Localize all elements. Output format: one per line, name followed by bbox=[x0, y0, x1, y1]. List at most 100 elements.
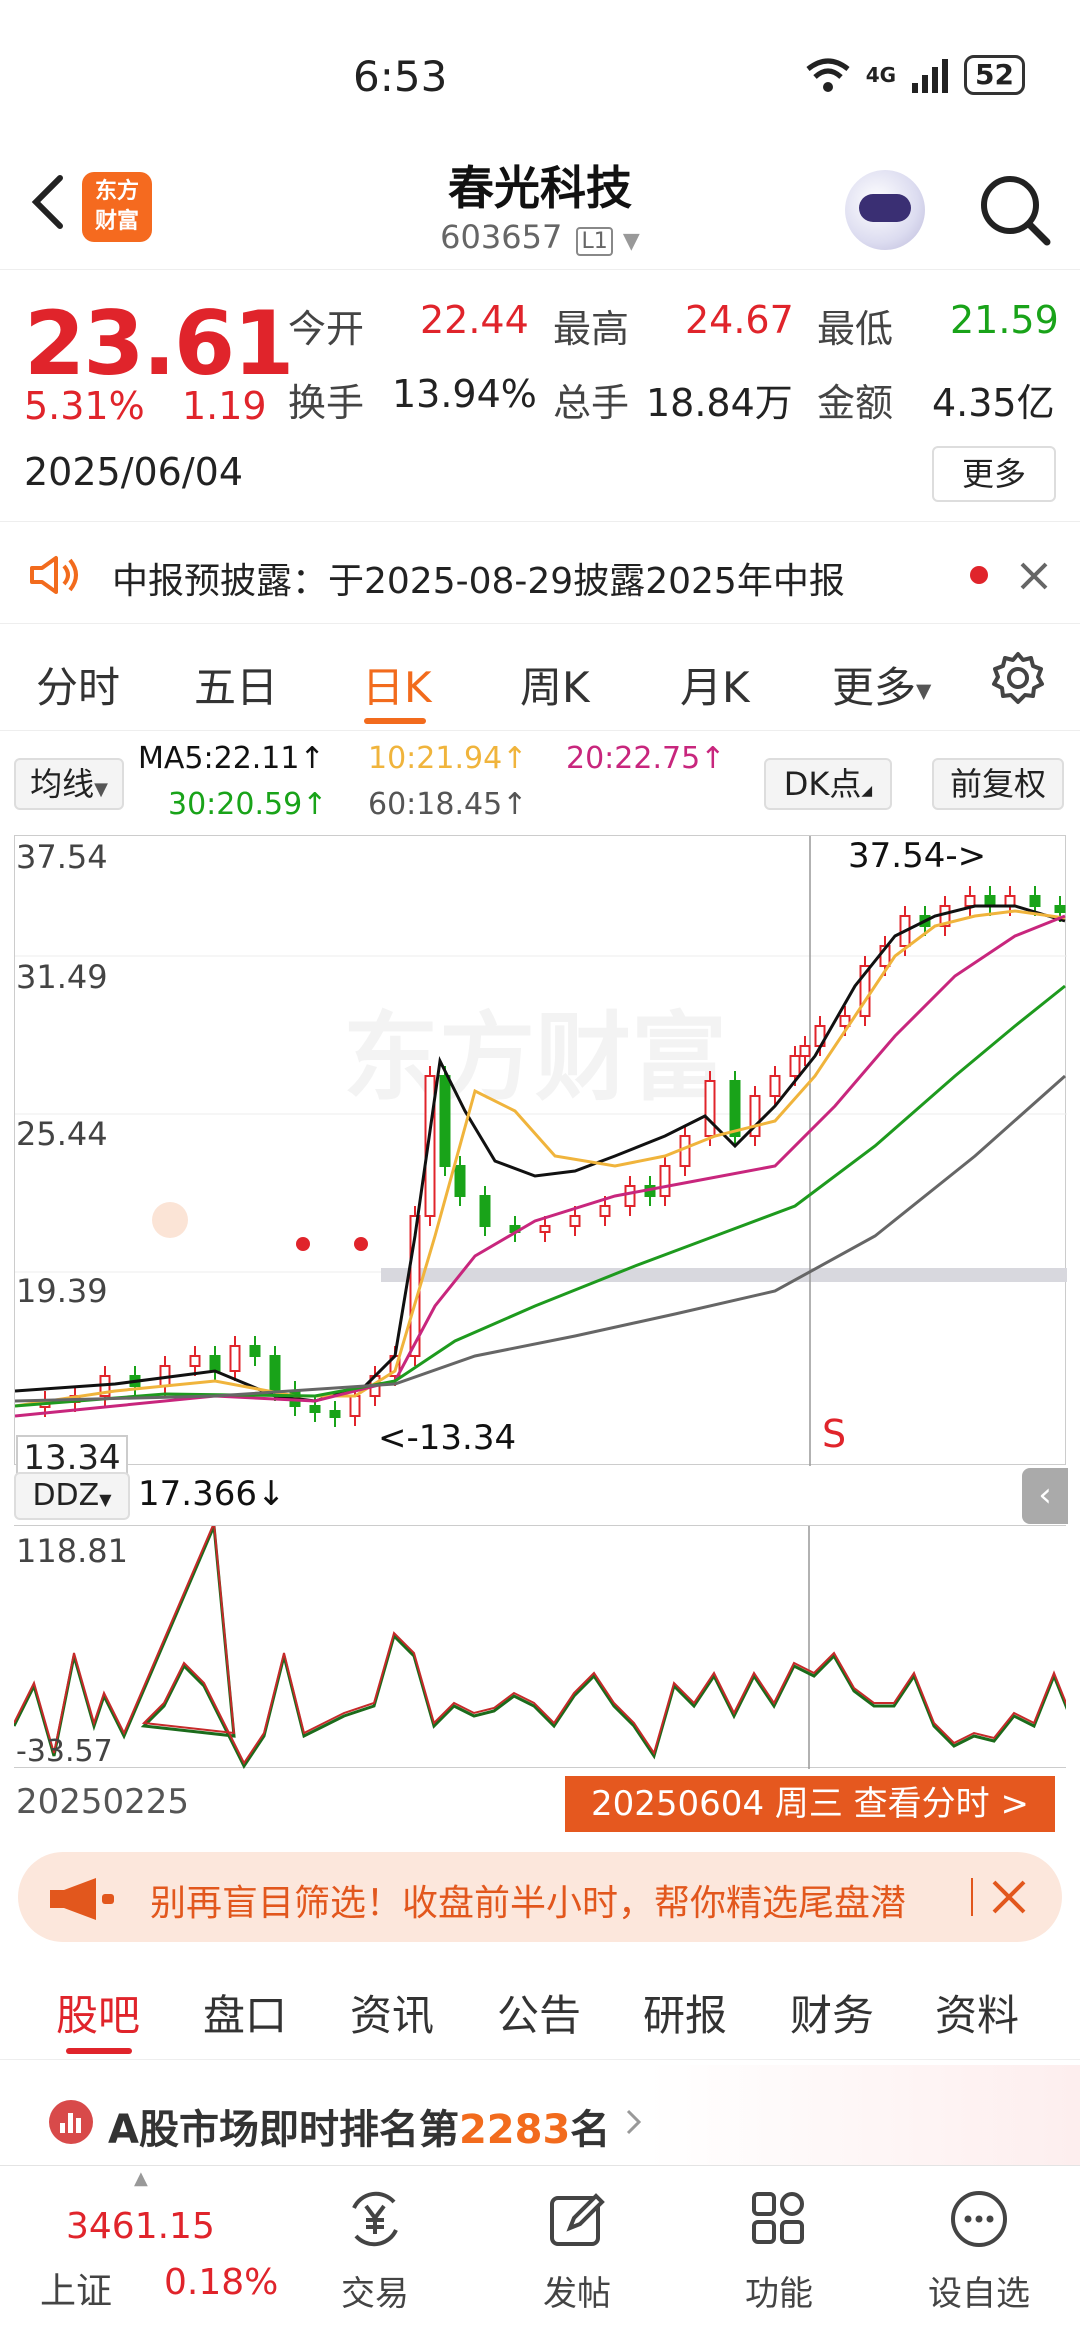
tab-five-day[interactable]: 五日 bbox=[194, 654, 278, 715]
open-label: 今开 bbox=[288, 307, 365, 351]
candle-body bbox=[729, 1080, 741, 1137]
ddz-line bbox=[14, 1526, 1066, 1769]
support-band bbox=[381, 1268, 1067, 1282]
min-price-label: <-13.34 bbox=[378, 1418, 517, 1458]
candle-body bbox=[329, 1410, 341, 1418]
tab-weekly-k[interactable]: 周K bbox=[520, 654, 590, 715]
candle-body bbox=[269, 1355, 281, 1392]
y-tick-3: 19.39 bbox=[16, 1272, 108, 1310]
nav-post-label: 发帖 bbox=[543, 2274, 611, 2314]
ma10-line bbox=[15, 909, 1066, 1408]
signal-dot bbox=[296, 1237, 310, 1251]
dk-point-label: DK点 bbox=[783, 765, 862, 803]
index-name: 上证 bbox=[40, 2271, 113, 2312]
ddz-svg bbox=[14, 1526, 1066, 1769]
ma-select-dropdown[interactable]: 均线▼ bbox=[14, 758, 124, 810]
index-value[interactable]: 3461.15 bbox=[66, 2206, 215, 2247]
sub-indicator-select[interactable]: DDZ▼ bbox=[14, 1472, 130, 1520]
sell-signal-label: S bbox=[822, 1412, 847, 1456]
ma5-value: MA5:22.11↑ bbox=[138, 741, 325, 776]
start-date-label: 20250225 bbox=[16, 1782, 190, 1822]
wifi-icon bbox=[806, 58, 850, 92]
turnover-label: 换手 bbox=[288, 381, 365, 425]
candle-body bbox=[599, 1205, 611, 1217]
tab-orderbook[interactable]: 盘口 bbox=[203, 1982, 287, 2043]
tab-more[interactable]: 更多▼ bbox=[832, 654, 931, 715]
caret-up-icon: ▲ bbox=[134, 2168, 148, 2189]
status-bar: 6:53 4G 52 bbox=[0, 0, 1080, 150]
megaphone-icon bbox=[50, 1878, 114, 1920]
candle-body bbox=[624, 1185, 636, 1207]
dk-point-button[interactable]: DK点◢ bbox=[764, 758, 892, 810]
grid-functions-icon bbox=[752, 2192, 804, 2244]
ai-assistant-icon[interactable] bbox=[845, 170, 925, 250]
chevron-right-icon bbox=[626, 2109, 642, 2135]
candle-body bbox=[209, 1355, 221, 1372]
candle-body bbox=[659, 1165, 671, 1197]
candle-body bbox=[454, 1165, 466, 1197]
tab-intraday[interactable]: 分时 bbox=[36, 654, 120, 715]
current-price: 23.61 bbox=[24, 292, 294, 395]
tab-news[interactable]: 资讯 bbox=[350, 1982, 434, 2043]
kline-svg: 东方财富 bbox=[15, 836, 1067, 1466]
candle-body bbox=[1029, 895, 1041, 907]
battery-indicator: 52 bbox=[964, 55, 1025, 95]
y-tick-1: 31.49 bbox=[16, 958, 108, 996]
notice-bar[interactable]: 中报预披露：于2025-08-29披露2025年中报 bbox=[0, 524, 1080, 624]
network-type: 4G bbox=[865, 63, 897, 87]
caret-down-icon: ▼ bbox=[99, 1490, 112, 1509]
nav-functions-label: 功能 bbox=[745, 2274, 813, 2314]
tab-monthly-k[interactable]: 月K bbox=[680, 654, 750, 715]
more-quote-button[interactable]: 更多 bbox=[932, 446, 1056, 502]
candle-body bbox=[789, 1055, 801, 1077]
candle-body bbox=[539, 1225, 551, 1233]
promo-banner[interactable]: 别再盲目筛选！收盘前半小时，帮你精选尾盘潜 bbox=[18, 1852, 1062, 1942]
low-label: 最低 bbox=[817, 307, 894, 351]
search-icon[interactable] bbox=[975, 170, 1055, 250]
speaker-icon bbox=[30, 556, 78, 594]
change-amount: 1.19 bbox=[182, 384, 267, 428]
buy-hint-marker bbox=[152, 1202, 188, 1238]
view-intraday-button[interactable]: 20250604 周三 查看分时 > bbox=[565, 1776, 1055, 1832]
turnover-value: 13.94% bbox=[392, 372, 537, 416]
y-tick-0: 37.54 bbox=[16, 838, 108, 876]
content-tabs: 股吧 盘口 资讯 公告 研报 财务 资料 bbox=[0, 1960, 1080, 2060]
candle-body bbox=[439, 1075, 451, 1167]
kline-chart[interactable]: 东方财富 bbox=[14, 835, 1067, 1466]
notice-text: 中报预披露：于2025-08-29披露2025年中报 bbox=[112, 561, 845, 602]
settings-gear-icon[interactable] bbox=[990, 650, 1046, 706]
nav-trade-label: 交易 bbox=[341, 2274, 409, 2314]
ddz-line-shadow bbox=[14, 1526, 1066, 1765]
amount-label: 金额 bbox=[817, 381, 894, 425]
nav-watchlist-label: 设自选 bbox=[928, 2274, 1030, 2314]
candle-body bbox=[1054, 905, 1066, 913]
ddz-chart[interactable] bbox=[14, 1525, 1066, 1769]
compose-icon bbox=[550, 2193, 605, 2246]
market-ranking-row[interactable]: A股市场即时排名第2283名 bbox=[0, 2065, 1080, 2165]
tab-research[interactable]: 研报 bbox=[643, 1982, 727, 2043]
collapse-panel-button[interactable]: ‹ bbox=[1022, 1468, 1068, 1524]
ma5-line bbox=[15, 904, 1066, 1403]
candle-body bbox=[704, 1080, 716, 1137]
watermark-text: 东方财富 bbox=[343, 1002, 727, 1114]
tab-announcements[interactable]: 公告 bbox=[497, 1982, 581, 2043]
open-value: 22.44 bbox=[420, 298, 529, 342]
candle-body bbox=[769, 1075, 781, 1097]
more-dots-circle-icon bbox=[951, 2191, 1007, 2247]
tab-guba[interactable]: 股吧 bbox=[56, 1982, 140, 2043]
y-tick-2: 25.44 bbox=[16, 1115, 108, 1153]
tab-finance[interactable]: 财务 bbox=[790, 1982, 874, 2043]
tab-daily-k[interactable]: 日K bbox=[362, 654, 432, 715]
tab-profile[interactable]: 资料 bbox=[935, 1982, 1019, 2043]
ma-select-label: 均线 bbox=[30, 765, 95, 803]
candle-body bbox=[964, 895, 976, 907]
adjust-button[interactable]: 前复权 bbox=[932, 758, 1064, 810]
banner-text: 别再盲目筛选！收盘前半小时，帮你精选尾盘潜 bbox=[150, 1883, 907, 1924]
ranking-chart-icon bbox=[49, 2100, 93, 2144]
ranking-suffix: 名 bbox=[570, 2107, 611, 2153]
period-tabs: 分时 五日 日K 周K 月K 更多▼ bbox=[0, 626, 1080, 731]
close-icon[interactable] bbox=[990, 1878, 1028, 1916]
close-icon[interactable] bbox=[1018, 560, 1050, 592]
corner-triangle-icon: ◢ bbox=[861, 783, 873, 799]
tab-more-label: 更多 bbox=[832, 663, 917, 712]
